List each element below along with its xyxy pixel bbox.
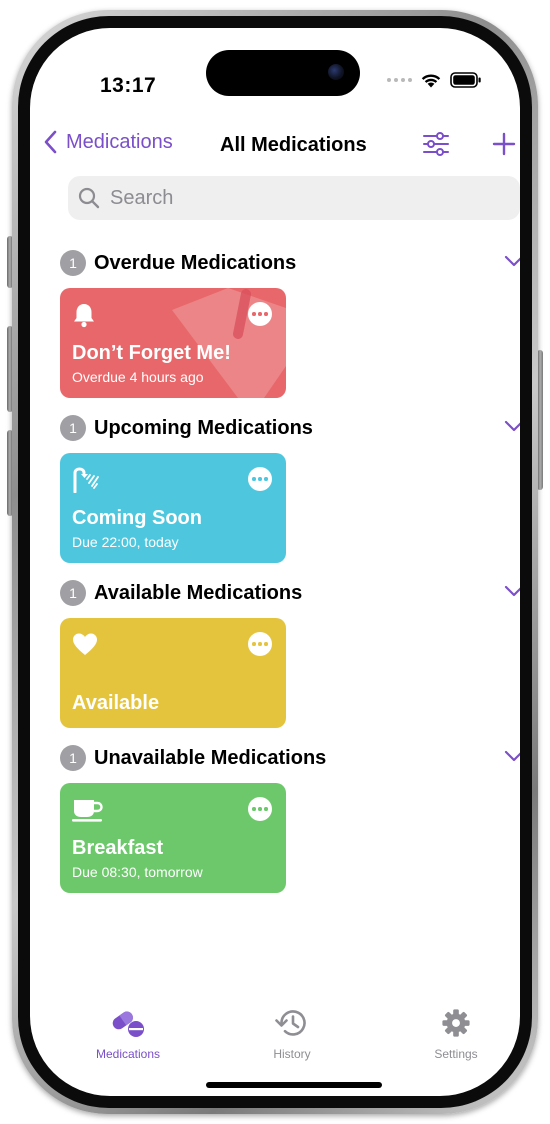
shower-icon (73, 467, 99, 493)
section-header: 1 Unavailable Medications (60, 745, 326, 771)
tab-label: Medications (95, 1047, 161, 1061)
cellular-signal-icon (387, 78, 412, 82)
page-title: All Medications (220, 134, 367, 156)
heart-icon (73, 633, 97, 655)
section-header: 1 Overdue Medications (60, 250, 296, 276)
clock-history-icon (275, 1010, 306, 1036)
section-title: Overdue Medications (94, 251, 297, 274)
status-time: 13:17 (100, 74, 157, 97)
add-medication-button[interactable] (492, 132, 516, 161)
tab-settings[interactable]: Settings (396, 1008, 516, 1061)
medication-card[interactable]: Available (60, 618, 286, 728)
section-count-badge: 1 (60, 415, 86, 441)
section-count-badge: 1 (60, 250, 86, 276)
wifi-icon (421, 74, 441, 88)
tab-label: History (273, 1047, 311, 1061)
phone-frame: 13:17 Medications All Medications Search… (12, 10, 538, 1114)
search-icon (78, 187, 100, 209)
section-header: 1 Available Medications (60, 580, 302, 606)
bell-icon (74, 304, 94, 328)
navigation-bar: Medications All Medications (30, 124, 520, 168)
back-button[interactable]: Medications (44, 130, 173, 154)
medication-card[interactable]: Breakfast Due 08:30, tomorrow (60, 783, 286, 893)
medication-status: Due 08:30, tomorrow (72, 864, 203, 880)
camera-icon (328, 64, 344, 80)
more-options-button[interactable] (248, 797, 272, 821)
chevron-down-icon (504, 255, 520, 267)
medication-name: Available (72, 692, 160, 714)
section-count-badge: 1 (60, 745, 86, 771)
chevron-down-icon (504, 585, 520, 597)
filter-button[interactable] (422, 132, 450, 161)
section-collapse-button[interactable] (504, 584, 520, 602)
chevron-down-icon (504, 750, 520, 762)
battery-icon (450, 72, 481, 88)
back-button-label: Medications (66, 130, 173, 153)
more-options-button[interactable] (248, 632, 272, 656)
tab-medications[interactable]: Medications (68, 1008, 188, 1061)
pills-icon (112, 1011, 144, 1037)
section-title: Unavailable Medications (94, 746, 327, 769)
chevron-left-icon (44, 130, 57, 154)
gear-icon (442, 1009, 470, 1037)
sliders-icon (423, 132, 449, 156)
medication-name: Don’t Forget Me! (72, 342, 231, 364)
home-indicator[interactable] (206, 1082, 382, 1088)
medication-status: Overdue 4 hours ago (72, 369, 204, 385)
more-options-button[interactable] (248, 467, 272, 491)
medication-card[interactable]: Don’t Forget Me! Overdue 4 hours ago (60, 288, 286, 398)
medication-card[interactable]: Coming Soon Due 22:00, today (60, 453, 286, 563)
plus-icon (492, 132, 516, 156)
tab-label: Settings (434, 1047, 478, 1061)
phone-bezel: 13:17 Medications All Medications Search… (18, 16, 532, 1108)
section-collapse-button[interactable] (504, 254, 520, 272)
coffee-cup-icon (72, 800, 103, 822)
search-bar[interactable] (68, 176, 520, 220)
section-count-badge: 1 (60, 580, 86, 606)
tab-history[interactable]: History (232, 1008, 352, 1061)
chevron-down-icon (504, 420, 520, 432)
tab-bar: Medications History Settings (30, 1008, 520, 1068)
medication-name: Breakfast (72, 837, 164, 859)
section-collapse-button[interactable] (504, 419, 520, 437)
screen: 13:17 Medications All Medications Search… (30, 28, 520, 1096)
medication-status: Due 22:00, today (72, 534, 179, 550)
section-collapse-button[interactable] (504, 749, 520, 767)
section-unavailable: 1 Unavailable Medications Breakfast Due … (30, 745, 520, 895)
medication-name: Coming Soon (72, 507, 202, 529)
section-available: 1 Available Medications Available (30, 580, 520, 730)
more-options-button[interactable] (248, 302, 272, 326)
section-upcoming: 1 Upcoming Medications Coming Soon Due 2… (30, 415, 520, 565)
dynamic-island (206, 50, 360, 96)
search-input[interactable] (108, 185, 492, 211)
status-icons (387, 72, 482, 88)
section-title: Upcoming Medications (94, 416, 313, 439)
section-overdue: 1 Overdue Medications Don’t Forget Me! O… (30, 250, 520, 400)
section-title: Available Medications (94, 581, 303, 604)
section-header: 1 Upcoming Medications (60, 415, 313, 441)
